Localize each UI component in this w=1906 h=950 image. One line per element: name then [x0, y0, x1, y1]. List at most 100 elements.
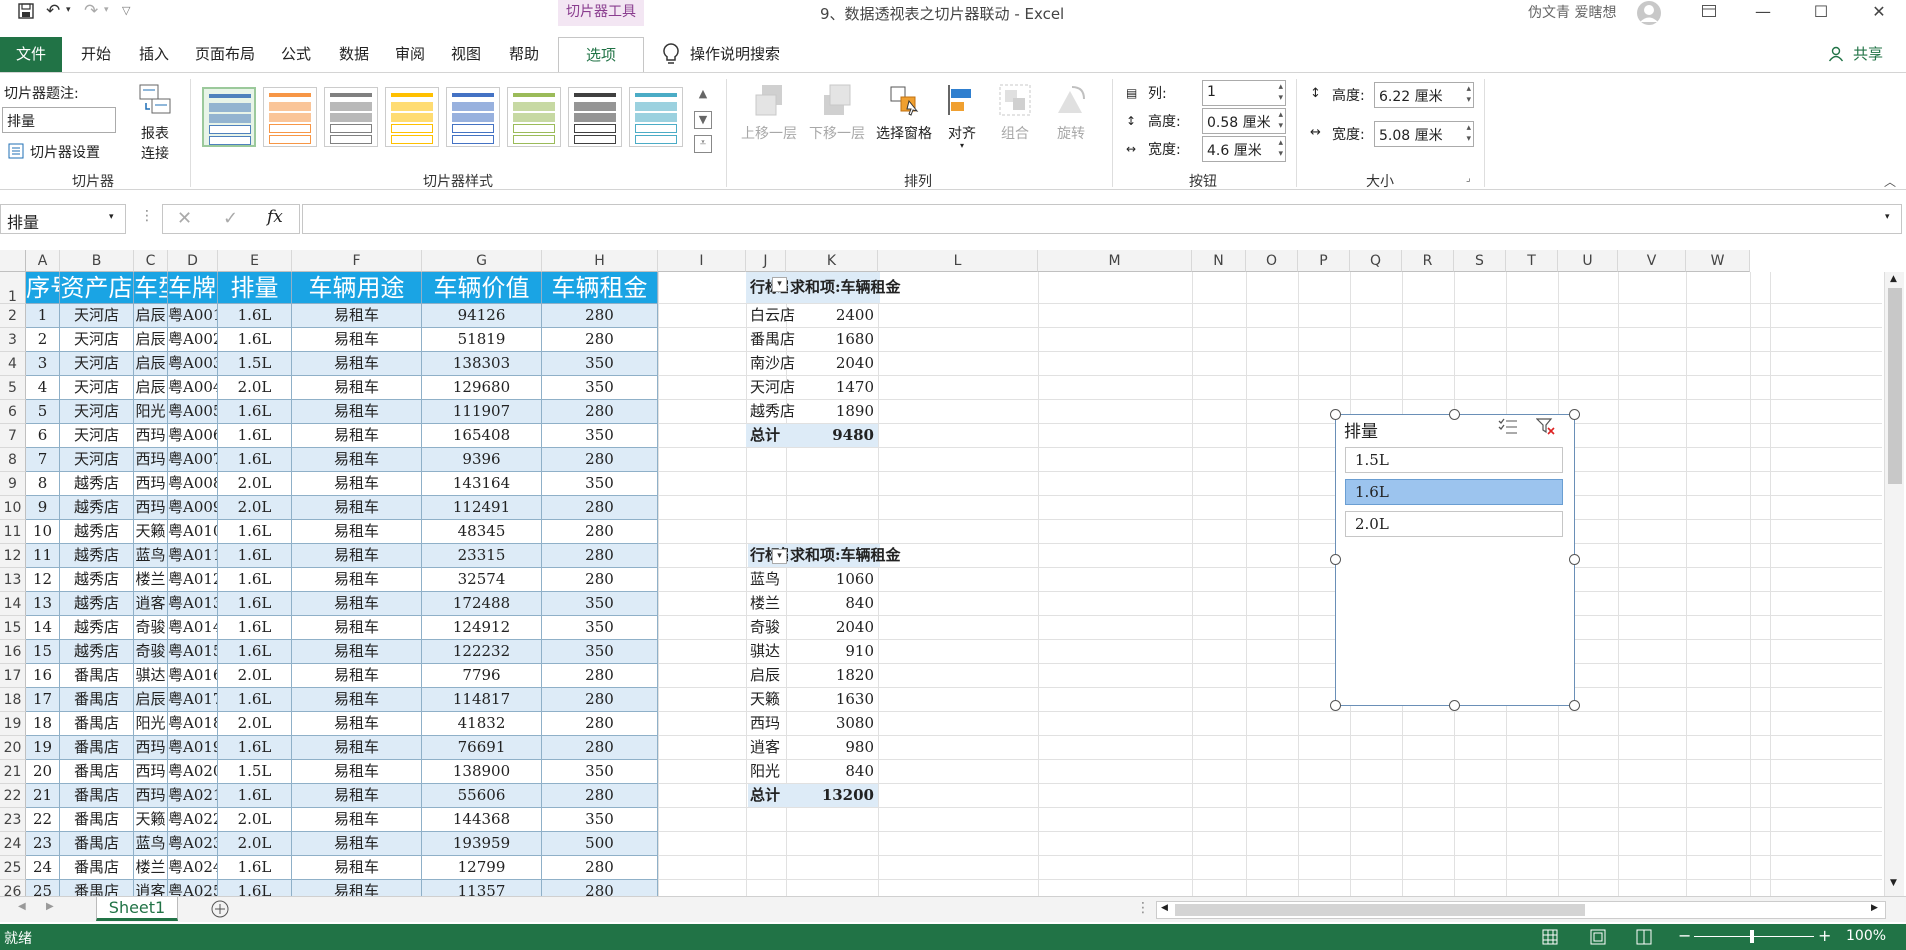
- gallery-more-icon[interactable]: ⩡: [694, 135, 712, 153]
- table-cell[interactable]: 20: [26, 760, 60, 784]
- pivot-total-label[interactable]: 总计: [748, 784, 788, 807]
- tab-page-layout[interactable]: 页面布局: [186, 37, 264, 73]
- table-cell[interactable]: 1.6L: [218, 784, 292, 808]
- button-width-spinner-icon[interactable]: ▴ ▾: [1278, 138, 1283, 160]
- table-header-cell[interactable]: 车辆用途: [292, 272, 422, 304]
- table-header-cell[interactable]: 排量: [218, 272, 292, 304]
- bring-forward-button[interactable]: 上移一层: [738, 83, 800, 143]
- resize-handle[interactable]: [1569, 554, 1580, 565]
- table-cell[interactable]: 350: [542, 472, 658, 496]
- table-cell[interactable]: 6: [26, 424, 60, 448]
- column-header[interactable]: O: [1246, 250, 1298, 272]
- table-cell[interactable]: 粤A017: [168, 688, 218, 712]
- column-header[interactable]: V: [1618, 250, 1686, 272]
- table-cell[interactable]: 楼兰: [134, 856, 168, 880]
- formula-input[interactable]: ▾: [302, 204, 1902, 234]
- table-cell[interactable]: 易租车: [292, 472, 422, 496]
- table-cell[interactable]: 易租车: [292, 376, 422, 400]
- table-cell[interactable]: 西玛: [134, 424, 168, 448]
- table-cell[interactable]: 易租车: [292, 832, 422, 856]
- row-header[interactable]: 3: [0, 328, 26, 352]
- pivot-filter-dropdown-icon[interactable]: ▾: [772, 277, 787, 292]
- table-cell[interactable]: 蓝鸟: [134, 544, 168, 568]
- table-header-cell[interactable]: 车辆价值: [422, 272, 542, 304]
- scroll-up-icon[interactable]: ▲: [1890, 274, 1897, 284]
- table-cell[interactable]: 越秀店: [60, 568, 134, 592]
- row-header[interactable]: 12: [0, 544, 26, 568]
- table-cell[interactable]: 76691: [422, 736, 542, 760]
- table-cell[interactable]: 启辰: [134, 688, 168, 712]
- row-header[interactable]: 8: [0, 448, 26, 472]
- table-cell[interactable]: 55606: [422, 784, 542, 808]
- table-cell[interactable]: 1.6L: [218, 880, 292, 896]
- table-cell[interactable]: 19: [26, 736, 60, 760]
- row-header[interactable]: 11: [0, 520, 26, 544]
- customize-toolbar-icon[interactable]: ▽: [122, 4, 130, 17]
- pivot-total-value[interactable]: 13200: [786, 784, 878, 807]
- table-cell[interactable]: 番禺店: [60, 808, 134, 832]
- table-cell[interactable]: 易租车: [292, 640, 422, 664]
- table-cell[interactable]: 易租车: [292, 592, 422, 616]
- table-cell[interactable]: 23315: [422, 544, 542, 568]
- table-cell[interactable]: 越秀店: [60, 592, 134, 616]
- slicer-style-swatch[interactable]: [385, 87, 439, 147]
- table-cell[interactable]: 粤A010: [168, 520, 218, 544]
- column-header[interactable]: K: [786, 250, 878, 272]
- row-header[interactable]: 7: [0, 424, 26, 448]
- table-cell[interactable]: 易租车: [292, 448, 422, 472]
- pivot-value[interactable]: 3080: [786, 712, 878, 735]
- table-cell[interactable]: 启辰: [134, 304, 168, 328]
- table-cell[interactable]: 350: [542, 376, 658, 400]
- table-cell[interactable]: 280: [542, 328, 658, 352]
- row-header[interactable]: 16: [0, 640, 26, 664]
- table-cell[interactable]: 番禺店: [60, 712, 134, 736]
- avatar[interactable]: [1636, 0, 1662, 30]
- table-cell[interactable]: 138303: [422, 352, 542, 376]
- table-cell[interactable]: 启辰: [134, 352, 168, 376]
- table-cell[interactable]: 天河店: [60, 352, 134, 376]
- table-cell[interactable]: 易租车: [292, 328, 422, 352]
- maximize-icon[interactable]: ☐: [1798, 0, 1844, 26]
- pivot-value[interactable]: 840: [786, 592, 878, 615]
- table-cell[interactable]: 11357: [422, 880, 542, 896]
- page-break-preview-icon[interactable]: [1636, 929, 1652, 949]
- row-header[interactable]: 19: [0, 712, 26, 736]
- table-cell[interactable]: 350: [542, 808, 658, 832]
- table-cell[interactable]: 112491: [422, 496, 542, 520]
- table-cell[interactable]: 天河店: [60, 400, 134, 424]
- slicer-style-swatch[interactable]: [568, 87, 622, 147]
- table-cell[interactable]: 易租车: [292, 880, 422, 896]
- tab-split-handle-icon[interactable]: ⋮: [1136, 900, 1150, 916]
- table-cell[interactable]: 350: [542, 640, 658, 664]
- slicer-item[interactable]: 1.5L: [1345, 447, 1563, 473]
- pivot-value[interactable]: 1890: [786, 400, 878, 423]
- table-cell[interactable]: 粤A025: [168, 880, 218, 896]
- column-header[interactable]: J: [746, 250, 786, 272]
- column-header[interactable]: M: [1038, 250, 1192, 272]
- column-header[interactable]: G: [422, 250, 542, 272]
- table-cell[interactable]: 粤A023: [168, 832, 218, 856]
- row-header[interactable]: 25: [0, 856, 26, 880]
- table-cell[interactable]: 番禺店: [60, 856, 134, 880]
- column-header[interactable]: L: [878, 250, 1038, 272]
- shape-width-spinner-icon[interactable]: ▴ ▾: [1466, 123, 1471, 145]
- tab-data[interactable]: 数据: [328, 37, 380, 73]
- selection-pane-button[interactable]: 选择窗格: [872, 83, 936, 143]
- slicer-item[interactable]: 2.0L: [1345, 511, 1563, 537]
- undo-icon[interactable]: ↶: [46, 1, 60, 21]
- column-header[interactable]: Q: [1350, 250, 1402, 272]
- table-cell[interactable]: 12: [26, 568, 60, 592]
- tell-me-search[interactable]: 操作说明搜索: [690, 37, 790, 73]
- tab-home[interactable]: 开始: [68, 37, 124, 73]
- table-cell[interactable]: 粤A009: [168, 496, 218, 520]
- pivot-value[interactable]: 840: [786, 760, 878, 783]
- table-cell[interactable]: 粤A018: [168, 712, 218, 736]
- resize-handle[interactable]: [1330, 554, 1341, 565]
- table-cell[interactable]: 15: [26, 640, 60, 664]
- table-cell[interactable]: 启辰: [134, 328, 168, 352]
- resize-handle[interactable]: [1330, 700, 1341, 711]
- table-cell[interactable]: 350: [542, 424, 658, 448]
- table-cell[interactable]: 25: [26, 880, 60, 896]
- table-cell[interactable]: 粤A013: [168, 592, 218, 616]
- table-cell[interactable]: 350: [542, 616, 658, 640]
